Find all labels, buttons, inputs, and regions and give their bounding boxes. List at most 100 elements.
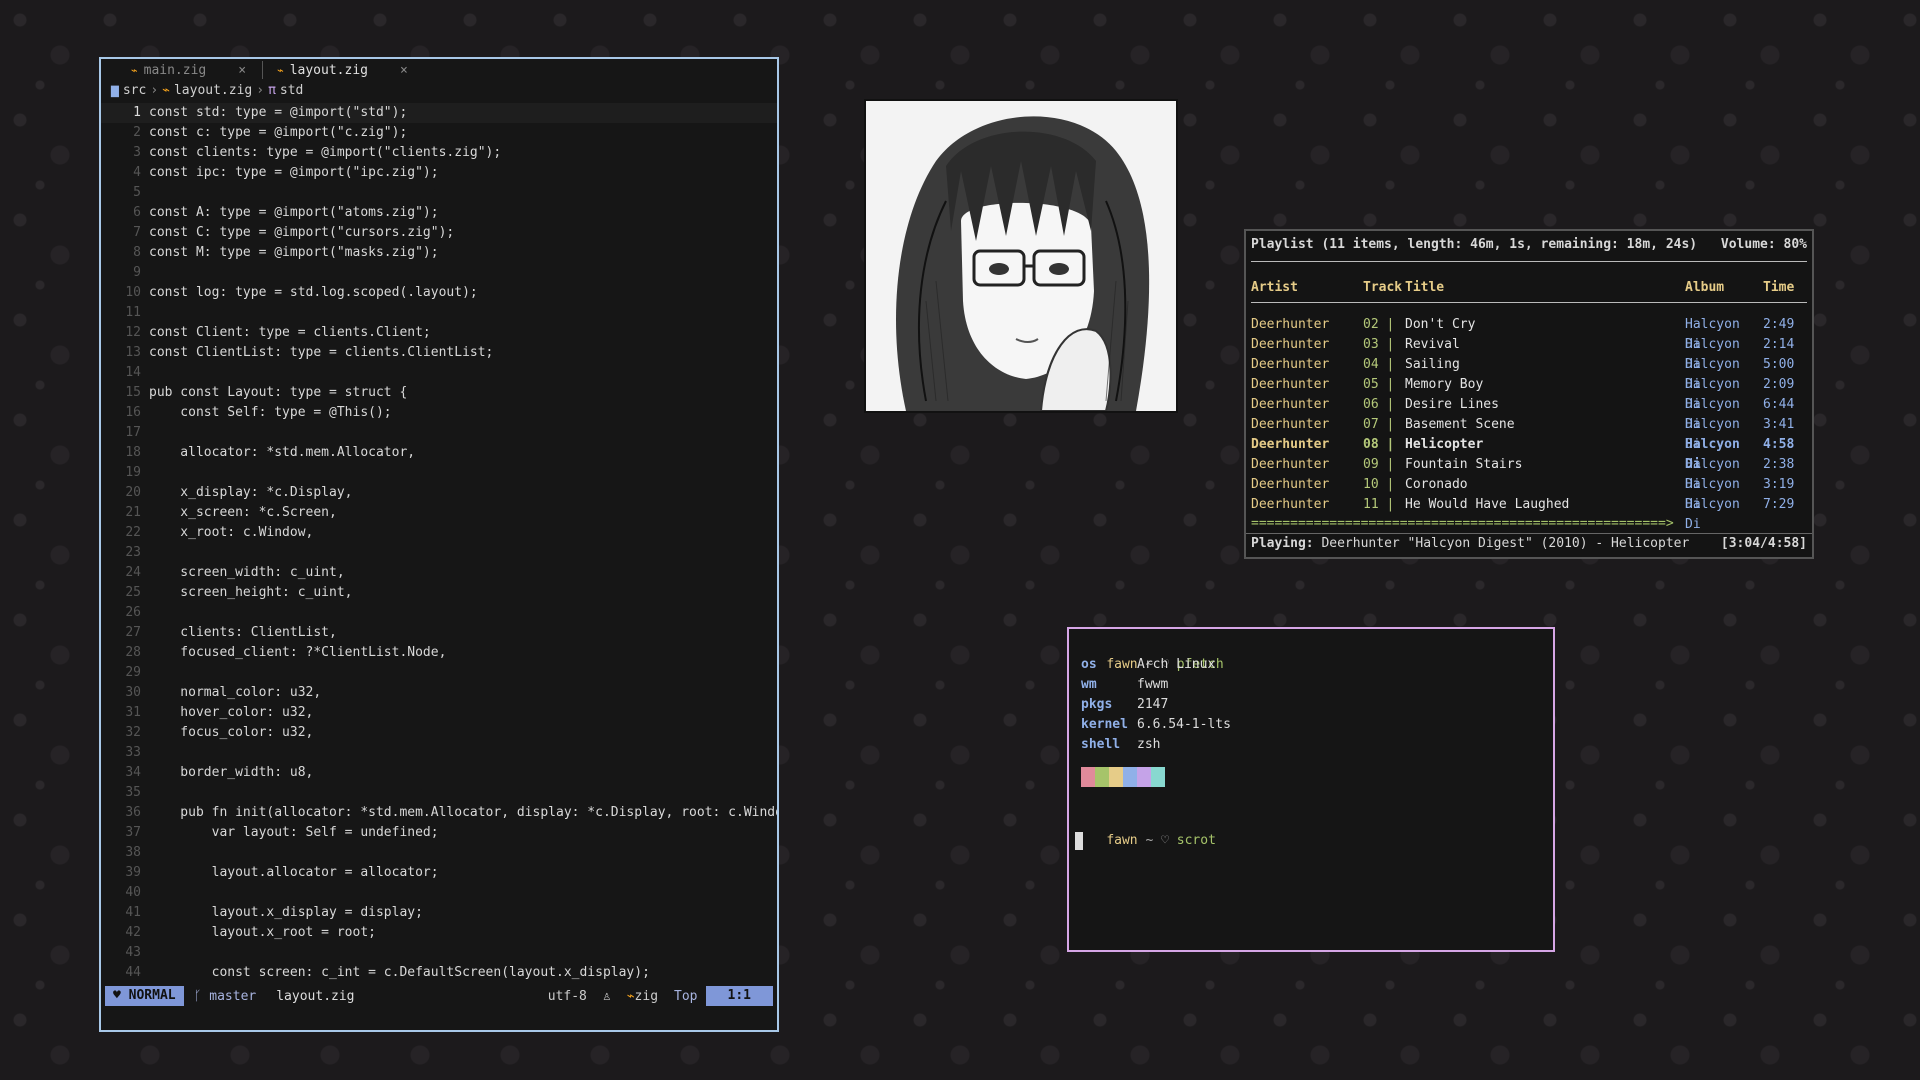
cell-title: Sailing: [1405, 357, 1460, 372]
code-line[interactable]: 24 screen_width: c_uint,: [101, 563, 777, 583]
breadcrumb-symbol[interactable]: std: [280, 83, 303, 98]
col-artist[interactable]: Artist: [1251, 278, 1363, 298]
code-line[interactable]: 20 x_display: *c.Display,: [101, 483, 777, 503]
breadcrumb-folder[interactable]: src: [123, 83, 146, 98]
close-icon[interactable]: ×: [238, 63, 246, 78]
col-album[interactable]: Album: [1685, 278, 1763, 298]
line-number: 42: [125, 925, 141, 940]
playlist-row[interactable]: Deerhunter 07 | Basement Scene Halcyon Di 3:…: [1246, 415, 1812, 452]
line-number: 22: [125, 525, 141, 540]
playlist-row[interactable]: Deerhunter 06 | Desire Lines Halcyon Di 6:44: [1246, 395, 1812, 432]
progress-bar[interactable]: ========================================…: [1246, 515, 1812, 533]
code-line[interactable]: 25 screen_height: c_uint,: [101, 583, 777, 603]
code-line[interactable]: 33: [101, 743, 777, 763]
code-line[interactable]: 19: [101, 463, 777, 483]
code-line[interactable]: 30 normal_color: u32,: [101, 683, 777, 703]
code-text: const ipc: type = @import("ipc.zig");: [149, 165, 439, 180]
code-editor-window[interactable]: ⌁ main.zig × ⌁ layout.zig × ▆ src › ⌁ la…: [99, 57, 779, 1032]
terminal-window[interactable]: fawn ~ ♡ pfetch os Arch Linux wm fwwm pkgs 21…: [1067, 627, 1555, 952]
code-line[interactable]: 32 focus_color: u32,: [101, 723, 777, 743]
zig-icon: ⌁: [626, 988, 635, 1004]
tab-main-zig[interactable]: ⌁ main.zig ×: [131, 59, 256, 81]
prompt-line: fawn ~ ♡ scrot: [1106, 833, 1216, 848]
playlist-row[interactable]: Deerhunter 09 | Fountain Stairs Halcyon Di 2…: [1246, 455, 1812, 492]
code-line[interactable]: 16 const Self: type = @This();: [101, 403, 777, 423]
code-line[interactable]: 13 const ClientList: type = clients.Clien…: [101, 343, 777, 363]
code-line[interactable]: 14: [101, 363, 777, 383]
code-line[interactable]: 40: [101, 883, 777, 903]
color-swatch: [1109, 767, 1123, 787]
code-line[interactable]: 44 const screen: c_int = c.DefaultScreen…: [101, 963, 777, 983]
code-line[interactable]: 9: [101, 263, 777, 283]
playlist-row[interactable]: Deerhunter 02 | Don't Cry Halcyon Di 2:49: [1246, 315, 1812, 352]
code-line[interactable]: 4 const ipc: type = @import("ipc.zig");: [101, 163, 777, 183]
code-line[interactable]: 27 clients: ClientList,: [101, 623, 777, 643]
cell-artist: Deerhunter: [1251, 397, 1330, 412]
line-number: 31: [125, 705, 141, 720]
playlist-row[interactable]: Deerhunter 11 | He Would Have Laughed Halcy…: [1246, 495, 1812, 532]
playlist-row[interactable]: Deerhunter 05 | Memory Boy Halcyon Di 2:09: [1246, 375, 1812, 412]
fetch-row: wm fwwm: [1075, 675, 1547, 695]
code-line[interactable]: 5: [101, 183, 777, 203]
code-line[interactable]: 36 pub fn init(allocator: *std.mem.Alloc…: [101, 803, 777, 823]
line-number: 29: [125, 665, 141, 680]
code-line[interactable]: 18 allocator: *std.mem.Allocator,: [101, 443, 777, 463]
tab-layout-zig[interactable]: ⌁ layout.zig ×: [277, 59, 418, 81]
code-line[interactable]: 23: [101, 543, 777, 563]
code-line[interactable]: 29: [101, 663, 777, 683]
code-line[interactable]: 17: [101, 423, 777, 443]
code-line[interactable]: 21 x_screen: *c.Screen,: [101, 503, 777, 523]
color-swatch: [1081, 767, 1095, 787]
color-swatch: [1151, 767, 1165, 787]
code-line[interactable]: 10 const log: type = std.log.scoped(.layo…: [101, 283, 777, 303]
code-line[interactable]: 28 focused_client: ?*ClientList.Node,: [101, 643, 777, 663]
code-line[interactable]: 39 layout.allocator = allocator;: [101, 863, 777, 883]
code-text: const std: type = @import("std");: [149, 105, 408, 120]
code-line[interactable]: 26: [101, 603, 777, 623]
fetch-key: os: [1081, 657, 1097, 672]
code-text: const screen: c_int = c.DefaultScreen(la…: [149, 965, 650, 980]
code-line[interactable]: 8 const M: type = @import("masks.zig");: [101, 243, 777, 263]
code-text: allocator: *std.mem.Allocator,: [149, 445, 416, 460]
code-area[interactable]: 1 const std: type = @import("std"); 2 const…: [101, 103, 777, 983]
close-icon[interactable]: ×: [400, 63, 408, 78]
code-line[interactable]: 34 border_width: u8,: [101, 763, 777, 783]
volume-indicator[interactable]: Volume: 80%: [1721, 237, 1807, 257]
line-number: 36: [125, 805, 141, 820]
code-line[interactable]: 3 const clients: type = @import("clients.…: [101, 143, 777, 163]
code-line[interactable]: 35: [101, 783, 777, 803]
mode-indicator: ♥ NORMAL: [105, 986, 184, 1006]
line-number: 17: [125, 425, 141, 440]
playlist-row[interactable]: Deerhunter 04 | Sailing Halcyon Di 5:00: [1246, 355, 1812, 392]
code-line[interactable]: 22 x_root: c.Window,: [101, 523, 777, 543]
playlist-row[interactable]: Deerhunter 03 | Revival Halcyon Di 2:14: [1246, 335, 1812, 372]
code-line[interactable]: 41 layout.x_display = display;: [101, 903, 777, 923]
text-cursor: [1075, 831, 1083, 850]
breadcrumb-file[interactable]: layout.zig: [174, 83, 252, 98]
code-line[interactable]: 2 const c: type = @import("c.zig");: [101, 123, 777, 143]
code-line[interactable]: 43: [101, 943, 777, 963]
line-number: 3: [133, 145, 141, 160]
code-line[interactable]: 31 hover_color: u32,: [101, 703, 777, 723]
code-line[interactable]: 1 const std: type = @import("std");: [101, 103, 777, 123]
code-line[interactable]: 12 const Client: type = clients.Client;: [101, 323, 777, 343]
fetch-value: Arch Linux: [1137, 657, 1216, 672]
code-line[interactable]: 42 layout.x_root = root;: [101, 923, 777, 943]
playlist-row[interactable]: Deerhunter 10 | Coronado Halcyon Di 3:19: [1246, 475, 1812, 512]
playlist-row[interactable]: Deerhunter 08 | Helicopter Halcyon Di 4:58: [1246, 435, 1812, 472]
code-line[interactable]: 6 const A: type = @import("atoms.zig");: [101, 203, 777, 223]
code-line[interactable]: 11: [101, 303, 777, 323]
line-number: 26: [125, 605, 141, 620]
cell-album: Halcyon Di: [1685, 497, 1740, 532]
sketch-portrait: [866, 101, 1176, 412]
music-player-window[interactable]: Playlist (11 items, length: 46m, 1s, rem…: [1244, 229, 1814, 559]
code-line[interactable]: 7 const C: type = @import("cursors.zig");: [101, 223, 777, 243]
code-text: const C: type = @import("cursors.zig");: [149, 225, 455, 240]
code-line[interactable]: 38: [101, 843, 777, 863]
col-title[interactable]: Title: [1405, 278, 1685, 298]
code-line[interactable]: 15 pub const Layout: type = struct {: [101, 383, 777, 403]
col-track[interactable]: Track: [1363, 278, 1405, 298]
code-line[interactable]: 37 var layout: Self = undefined;: [101, 823, 777, 843]
col-time[interactable]: Time: [1763, 278, 1803, 298]
line-number: 34: [125, 765, 141, 780]
